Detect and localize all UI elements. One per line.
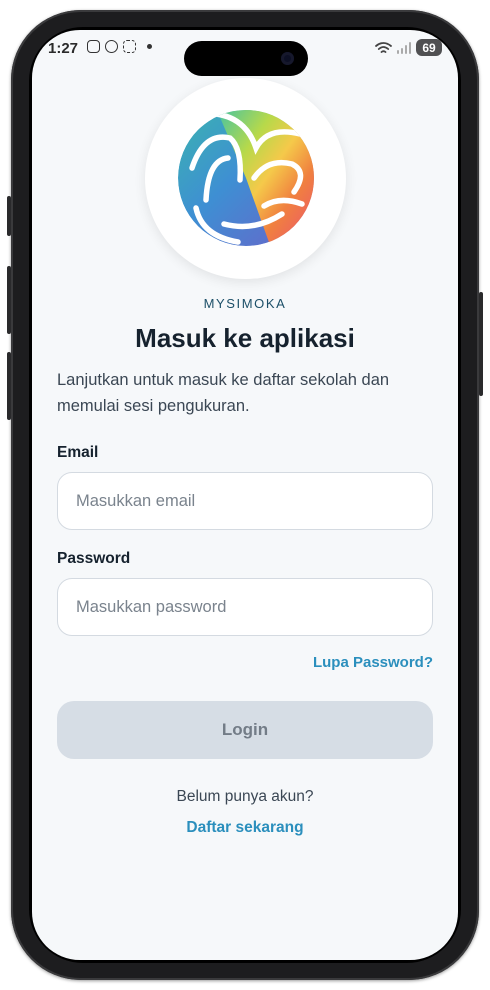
- action-button: [7, 196, 11, 236]
- forgot-password-link[interactable]: Lupa Password?: [313, 654, 433, 671]
- email-label: Email: [57, 444, 99, 461]
- no-account-text: Belum punya akun?: [176, 788, 314, 805]
- password-label: Password: [57, 550, 131, 567]
- whatsapp-icon: [105, 40, 118, 53]
- password-field[interactable]: [57, 578, 433, 636]
- volume-up-button: [7, 266, 11, 334]
- app-screen: 1:27 69 MYSIMOKA Masuk ke aplikasi Lanju…: [32, 30, 458, 960]
- power-button: [479, 292, 483, 396]
- app-logo: [145, 78, 346, 279]
- brand-name: MYSIMOKA: [203, 296, 287, 311]
- status-time: 1:27: [48, 40, 79, 57]
- page-title: Masuk ke aplikasi: [135, 323, 355, 353]
- instagram-icon: [87, 40, 100, 53]
- status-notifications: [87, 40, 152, 53]
- mysimoka-logo-icon: [178, 110, 314, 246]
- email-field[interactable]: [57, 472, 433, 530]
- register-link[interactable]: Daftar sekarang: [32, 819, 458, 837]
- cellular-signal-icon: [396, 41, 411, 54]
- wifi-icon: [374, 41, 392, 53]
- status-system: 69: [374, 39, 442, 56]
- volume-down-button: [7, 352, 11, 420]
- page-subtitle: Lanjutkan untuk masuk ke daftar sekolah …: [57, 371, 390, 415]
- screenshot-icon: [123, 40, 136, 53]
- battery-icon: 69: [416, 39, 442, 56]
- front-camera: [281, 52, 294, 65]
- login-button[interactable]: Login: [57, 701, 433, 759]
- dynamic-island: [184, 41, 308, 76]
- notification-dot-icon: [147, 44, 152, 49]
